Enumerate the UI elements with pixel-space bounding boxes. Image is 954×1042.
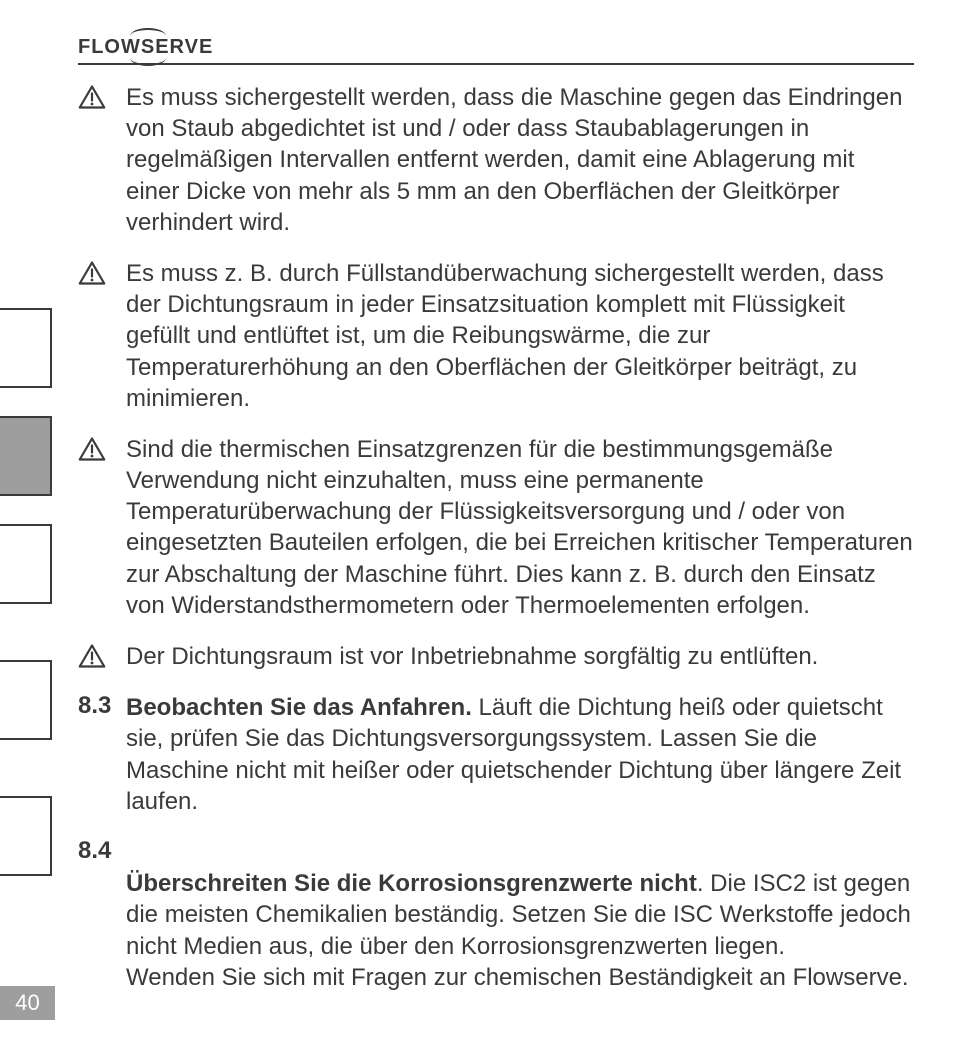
page-number: 40 xyxy=(0,986,55,1020)
page-header: FLOWSERVE xyxy=(78,36,914,65)
section-text: Überschreiten Sie die Korrosionsgrenzwer… xyxy=(126,837,914,993)
section-block: 8.4 Überschreiten Sie die Korrosionsgren… xyxy=(78,837,914,993)
warning-block: Es muss sichergestellt werden, dass die … xyxy=(78,82,914,238)
warning-text: Der Dichtungsraum ist vor Inbetriebnahme… xyxy=(126,641,914,672)
warning-icon xyxy=(78,641,126,669)
page-content: Es muss sichergestellt werden, dass die … xyxy=(78,82,914,1013)
side-tab-1 xyxy=(0,308,52,388)
document-page: FLOWSERVE 40 Es muss sichergestellt werd… xyxy=(0,0,954,1042)
warning-icon xyxy=(78,258,126,286)
section-number: 8.4 xyxy=(78,837,126,865)
warning-text: Es muss sichergestellt werden, dass die … xyxy=(126,82,914,238)
warning-block: Sind die thermischen Einsatzgrenzen für … xyxy=(78,434,914,621)
warning-text: Sind die thermischen Einsatzgrenzen für … xyxy=(126,434,914,621)
warning-icon xyxy=(78,434,126,462)
logo-swoosh-top xyxy=(130,28,166,44)
logo-swoosh-bottom xyxy=(130,50,166,66)
side-tab-5 xyxy=(0,796,52,876)
side-tab-3 xyxy=(0,524,52,604)
section-block: 8.3 Beobachten Sie das Anfahren. Läuft d… xyxy=(78,692,914,817)
warning-icon xyxy=(78,82,126,110)
side-tab-4 xyxy=(0,660,52,740)
warning-block: Es muss z. B. durch Füllstandüberwachung… xyxy=(78,258,914,414)
warning-text: Es muss z. B. durch Füllstandüberwachung… xyxy=(126,258,914,414)
side-tab-2-active xyxy=(0,416,52,496)
warning-block: Der Dichtungsraum ist vor Inbetriebnahme… xyxy=(78,641,914,672)
section-text: Beobachten Sie das Anfahren. Läuft die D… xyxy=(126,692,914,817)
section-heading: Überschreiten Sie die Korrosionsgrenzwer… xyxy=(126,870,697,897)
flowserve-logo: FLOWSERVE xyxy=(78,36,213,59)
section-heading: Beobachten Sie das Anfahren. xyxy=(126,694,472,721)
section-number: 8.3 xyxy=(78,692,126,720)
